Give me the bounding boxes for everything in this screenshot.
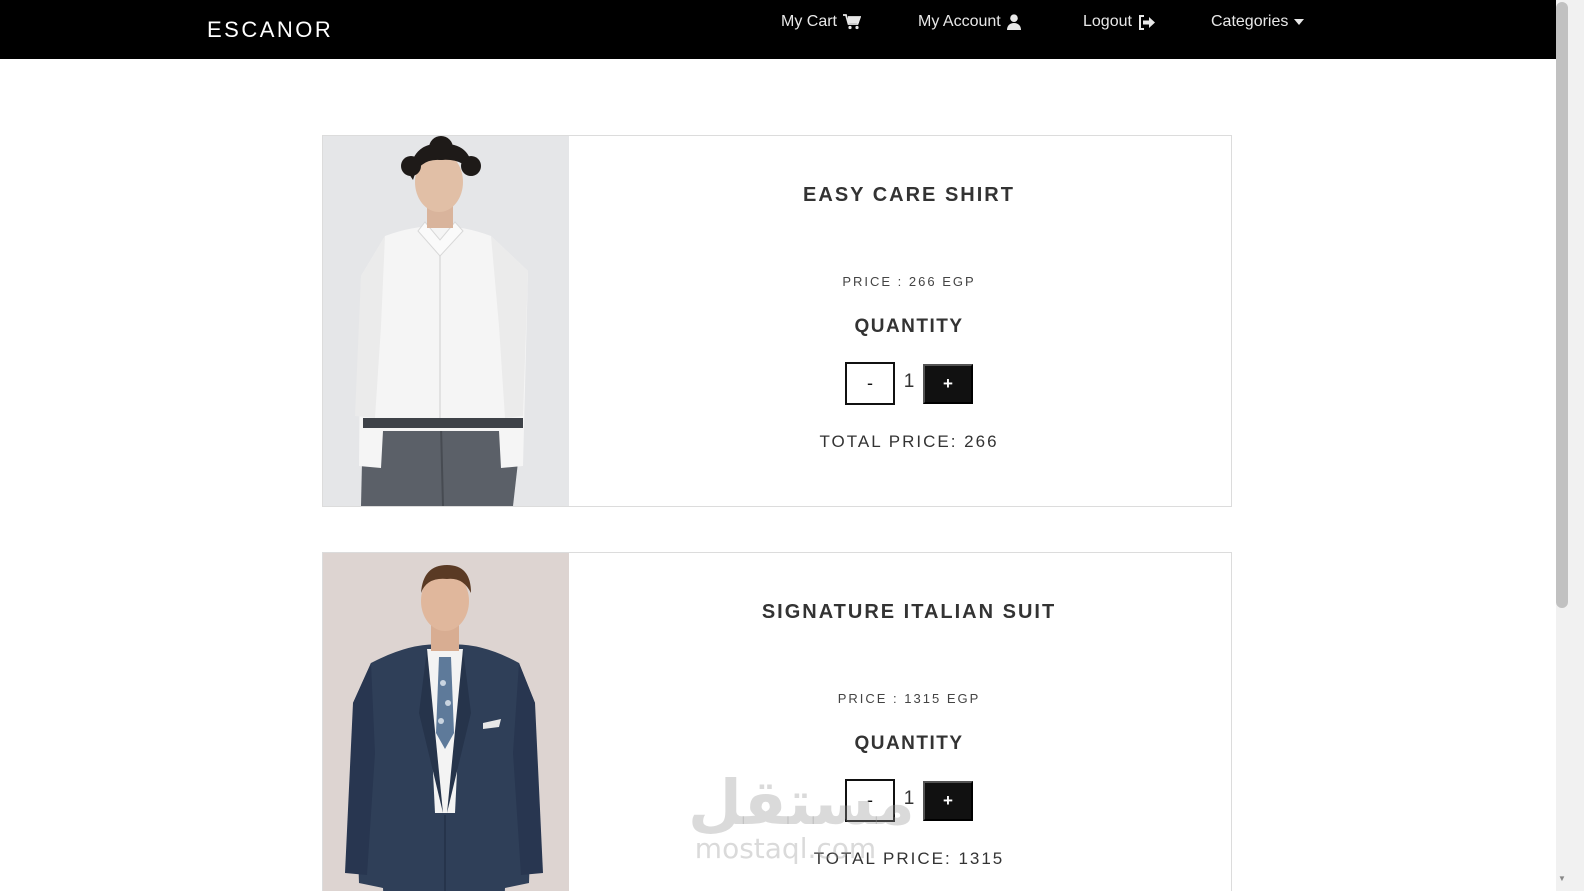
total-price: TOTAL PRICE: 266 bbox=[819, 432, 999, 451]
increase-quantity-button[interactable]: + bbox=[923, 780, 973, 821]
quantity-label: QUANTITY bbox=[854, 316, 964, 337]
quantity-stepper: - 1 + bbox=[845, 779, 973, 822]
quantity-value: 1 bbox=[903, 370, 915, 392]
increase-quantity-button[interactable]: + bbox=[923, 363, 973, 404]
shirt-model-illustration bbox=[323, 136, 569, 506]
nav-logout[interactable]: Logout bbox=[1083, 13, 1155, 31]
nav-my-account[interactable]: My Account bbox=[918, 13, 1021, 31]
product-title: EASY CARE SHIRT bbox=[803, 184, 1015, 206]
user-icon bbox=[1006, 14, 1021, 30]
scroll-down-arrow-icon[interactable]: ▼ bbox=[1557, 874, 1567, 884]
brand-logo[interactable]: ESCANOR bbox=[207, 17, 333, 43]
scrollbar-thumb[interactable] bbox=[1556, 2, 1568, 608]
nav-my-cart[interactable]: My Cart bbox=[781, 13, 861, 31]
product-price: PRICE : 1315 EGP bbox=[837, 691, 981, 706]
cart-item-card: SIGNATURE ITALIAN SUIT PRICE : 1315 EGP … bbox=[322, 552, 1232, 891]
caret-down-icon bbox=[1294, 19, 1305, 25]
product-image-shirt[interactable] bbox=[323, 136, 569, 506]
nav-categories-label: Categories bbox=[1211, 13, 1289, 30]
decrease-quantity-button[interactable]: - bbox=[845, 779, 895, 822]
nav-categories-dropdown[interactable]: Categories bbox=[1211, 13, 1305, 31]
product-price: PRICE : 266 EGP bbox=[842, 274, 976, 289]
nav-my-account-label: My Account bbox=[918, 13, 1001, 30]
quantity-value: 1 bbox=[903, 787, 915, 809]
top-navbar: ESCANOR My Cart My Account Logout Catego… bbox=[0, 0, 1556, 59]
cart-icon bbox=[843, 14, 861, 30]
suit-model-illustration bbox=[323, 553, 569, 891]
quantity-label: QUANTITY bbox=[854, 733, 964, 754]
cart-item-card: EASY CARE SHIRT PRICE : 266 EGP QUANTITY… bbox=[322, 135, 1232, 507]
decrease-quantity-button[interactable]: - bbox=[845, 362, 895, 405]
quantity-stepper: - 1 + bbox=[845, 362, 973, 405]
total-price: TOTAL PRICE: 1315 bbox=[813, 849, 1005, 868]
nav-logout-label: Logout bbox=[1083, 13, 1132, 30]
nav-my-cart-label: My Cart bbox=[781, 13, 837, 30]
product-title: SIGNATURE ITALIAN SUIT bbox=[761, 601, 1057, 623]
sign-out-icon bbox=[1138, 14, 1155, 30]
product-image-suit[interactable] bbox=[323, 553, 569, 891]
